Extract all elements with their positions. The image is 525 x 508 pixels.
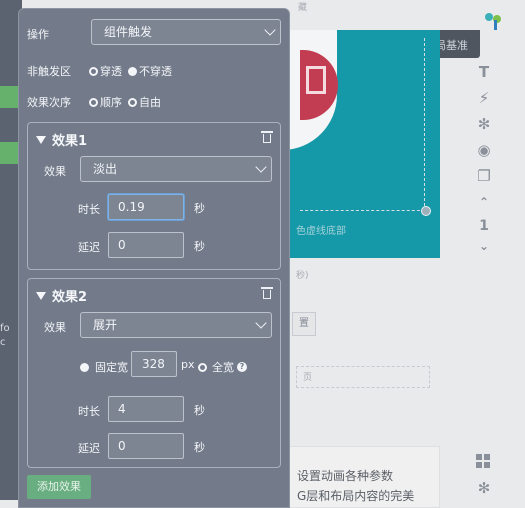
duration-input[interactable]: 0.19 [108, 194, 184, 220]
canvas-caption: 色虚线底部 [296, 226, 346, 237]
seconds-unit: 秒 [194, 202, 205, 215]
brand-logo-icon [485, 13, 501, 30]
seconds-unit: 秒 [194, 240, 205, 253]
radio-selected-icon [89, 97, 98, 107]
effect-card-title[interactable]: 效果2 [36, 286, 87, 305]
top-stub-text: 藏 [298, 3, 308, 13]
order-row: 效果次序 顺序 自由 [27, 94, 167, 110]
sidebar-green-tab[interactable] [0, 142, 18, 164]
radio-passthrough[interactable]: 穿透 [89, 63, 122, 79]
radio-unselected-icon [128, 66, 137, 76]
order-label: 效果次序 [27, 96, 71, 109]
collapse-triangle-icon [36, 135, 46, 144]
operation-select-value: 组件触发 [104, 25, 153, 39]
sidebar-green-tab[interactable] [0, 86, 18, 108]
stepper-value: 1 [479, 218, 489, 234]
radio-selected-icon [198, 362, 207, 372]
nontrigger-label: 非触发区 [27, 65, 71, 78]
help-question-icon[interactable]: ? [237, 362, 247, 372]
px-unit: px [181, 358, 195, 371]
delay-input[interactable]: 0 [108, 232, 184, 258]
full-width-row: 全宽 ? [198, 359, 253, 375]
trash-icon[interactable] [261, 131, 273, 143]
lightning-icon[interactable]: ⚡ [476, 90, 492, 106]
chevron-down-icon [264, 24, 276, 36]
chevron-down-icon [255, 317, 267, 329]
width-mode-row: 固定宽 [80, 359, 132, 375]
delay-label: 延迟 [78, 442, 100, 455]
effect-select[interactable]: 淡出 [80, 156, 272, 182]
card-line: 设置动画各种参数 [297, 469, 394, 483]
text-tool-icon[interactable]: T [476, 64, 492, 80]
radio-fixed-width[interactable]: 固定宽 [80, 359, 128, 375]
chevron-down-icon[interactable]: ⌄ [476, 238, 492, 254]
add-effect-button[interactable]: 添加效果 [27, 475, 91, 499]
duration-label: 时长 [78, 405, 100, 418]
operation-label: 操作 [27, 28, 49, 41]
effect-label: 效果 [44, 165, 66, 178]
radio-full-width[interactable]: 全宽 ? [198, 359, 247, 375]
delay-label: 延迟 [78, 241, 100, 254]
fixed-width-input[interactable]: 328 [131, 351, 177, 377]
effect-card-title[interactable]: 效果1 [36, 130, 87, 149]
animation-settings-panel: 操作 组件触发 非触发区 穿透 不穿透 效果次序 顺序 自由 效果1 效果 淡出… [18, 8, 290, 508]
effect-select[interactable]: 展开 [80, 312, 272, 338]
trash-icon[interactable] [261, 287, 273, 299]
chevron-down-icon [255, 161, 267, 173]
flower-icon[interactable]: ✻ [476, 480, 492, 496]
operation-select[interactable]: 组件触发 [91, 19, 281, 45]
small-caption: 秒) [296, 271, 309, 281]
chevron-up-icon[interactable]: ⌃ [476, 194, 492, 210]
background-dash-box[interactable]: 页 [296, 366, 430, 388]
duration-label: 时长 [78, 203, 100, 216]
eye-hidden-icon[interactable]: ◉ [476, 142, 492, 158]
nontrigger-row: 非触发区 穿透 不穿透 [27, 63, 178, 79]
seconds-unit: 秒 [194, 404, 205, 417]
effect-label: 效果 [44, 321, 66, 334]
resize-handle[interactable] [421, 206, 431, 216]
radio-no-passthrough[interactable]: 不穿透 [128, 63, 172, 79]
radio-selected-icon [89, 66, 98, 76]
radio-sequential[interactable]: 顺序 [89, 94, 122, 110]
grid-icon[interactable] [476, 454, 490, 468]
delay-input[interactable]: 0 [108, 433, 184, 459]
duration-input[interactable]: 4 [108, 396, 184, 422]
background-info-card: 设置动画各种参数 G层和布局内容的完美 [286, 446, 440, 508]
background-button[interactable]: 置 [292, 312, 316, 336]
gear-flower-icon[interactable]: ✻ [476, 116, 492, 132]
radio-free[interactable]: 自由 [128, 94, 161, 110]
copy-icon[interactable]: ❐ [476, 168, 492, 184]
radio-unselected-icon [80, 362, 89, 372]
radio-selected-icon [128, 97, 137, 107]
effect-card-1: 效果1 效果 淡出 时长 0.19 秒 延迟 0 秒 [27, 122, 281, 270]
card-line: G层和布局内容的完美 [297, 489, 415, 503]
seconds-unit: 秒 [194, 441, 205, 454]
sidebar-strip-text: fo c [0, 323, 10, 348]
collapse-triangle-icon [36, 291, 46, 300]
effect-card-2: 效果2 效果 展开 固定宽 328 px 全宽 ? 时长 4 秒 延迟 0 秒 [27, 278, 281, 468]
canvas-dashed-guide [300, 38, 425, 211]
